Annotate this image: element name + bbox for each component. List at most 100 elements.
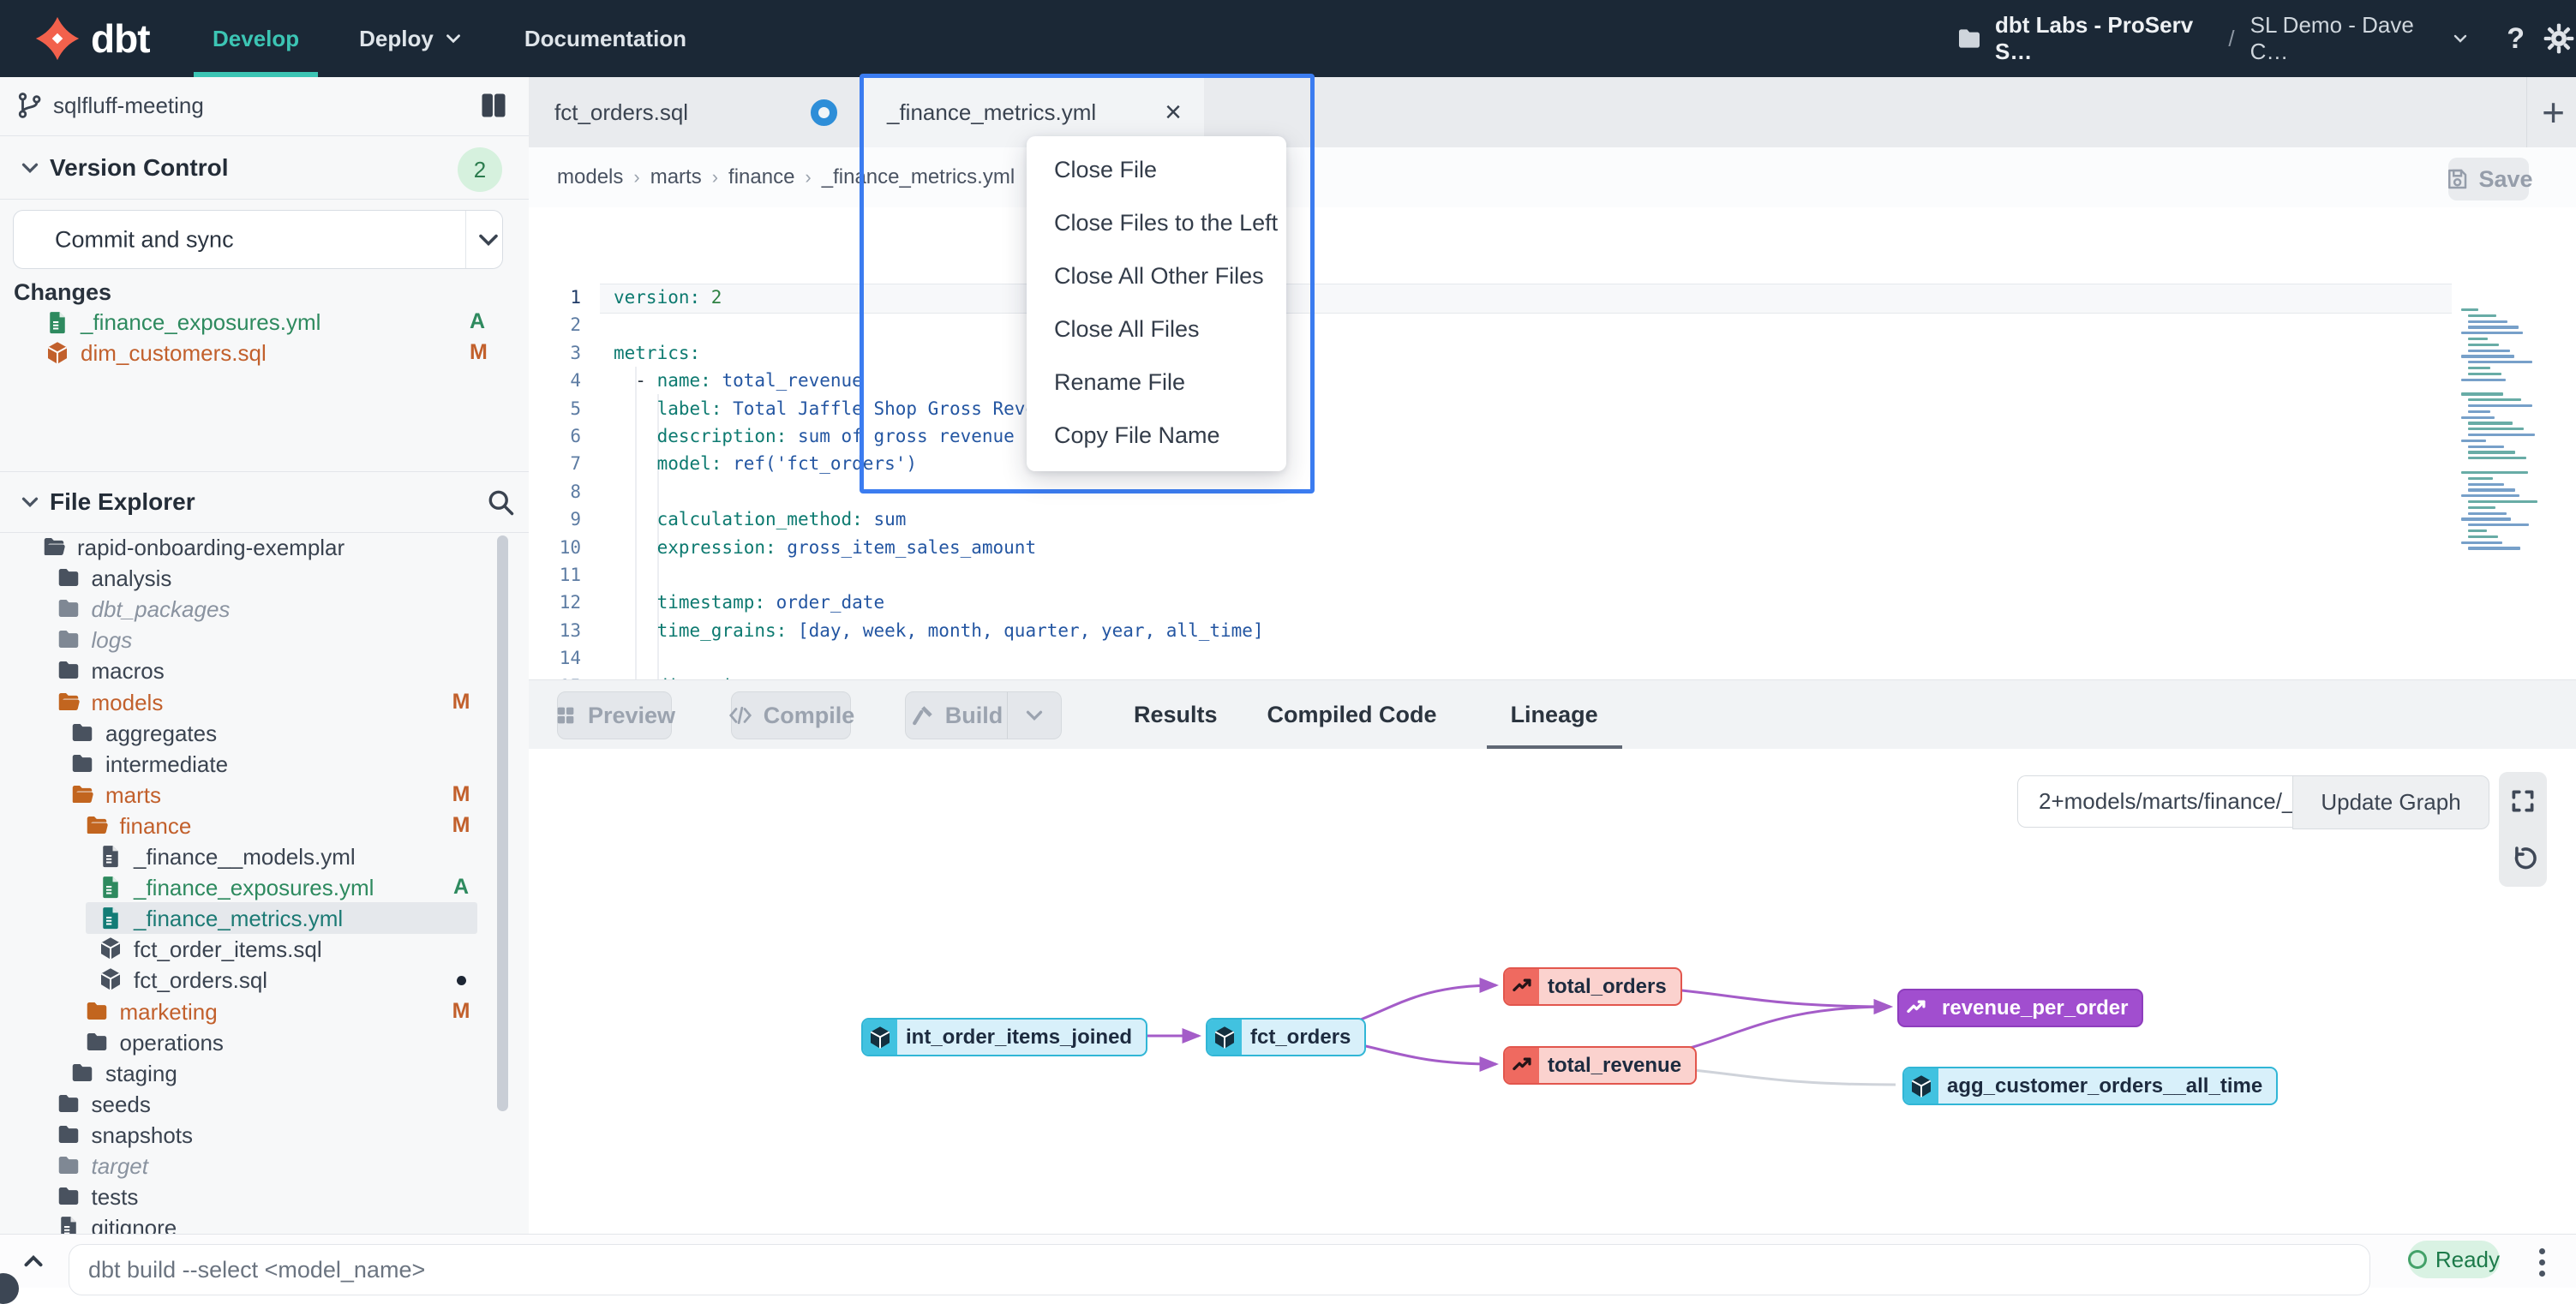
lineage-node-total_orders[interactable]: total_orders (1503, 967, 1682, 1006)
code-line[interactable]: 6 description: sum of gross revenue (529, 422, 2576, 451)
menu-item-copy-file-name[interactable]: Copy File Name (1027, 409, 1286, 462)
tree-item-macros[interactable]: macros (0, 655, 529, 686)
menu-item-close-all-other-files[interactable]: Close All Other Files (1027, 249, 1286, 302)
crumb-file[interactable]: _finance_metrics.yml (822, 165, 1015, 189)
code-line[interactable]: 15 dimensions: (529, 673, 2576, 679)
tab-results[interactable]: Results (1134, 680, 1218, 750)
lineage-node-revenue_per_order[interactable]: revenue_per_order (1897, 989, 2143, 1027)
file-explorer-header[interactable]: File Explorer (0, 471, 529, 533)
tree-item--finance-models-yml[interactable]: _finance__models.yml (0, 840, 529, 872)
help-button[interactable]: ? (2507, 22, 2525, 56)
tab-fct-orders-sql[interactable]: fct_orders.sql (529, 77, 860, 147)
lineage-node-agg_customer_orders__all_time[interactable]: agg_customer_orders__all_time (1902, 1067, 2278, 1105)
crumb-marts[interactable]: marts (650, 165, 702, 189)
tree-item-marketing[interactable]: marketingM (0, 996, 529, 1027)
account-switcher[interactable]: dbt Labs - ProServ S… (1995, 12, 2213, 65)
crumb-models[interactable]: models (557, 165, 623, 189)
dbt-logo[interactable]: dbt (33, 0, 150, 77)
code-line[interactable]: 11 (529, 561, 2576, 589)
compile-button[interactable]: Compile (731, 691, 851, 739)
kebab-menu[interactable] (2533, 1243, 2550, 1281)
preview-button[interactable]: Preview (557, 691, 672, 739)
code-line[interactable]: 8 (529, 478, 2576, 506)
tree-item-fct-orders-sql[interactable]: fct_orders.sql (0, 964, 529, 996)
code-line[interactable]: 12 timestamp: order_date (529, 589, 2576, 617)
tree-item--finance-exposures-yml[interactable]: _finance_exposures.ymlA (0, 871, 529, 903)
menu-item-close-all-files[interactable]: Close All Files (1027, 302, 1286, 356)
tree-item-gitignore[interactable]: gitignore (0, 1211, 529, 1234)
lineage-node-fct_orders[interactable]: fct_orders (1206, 1018, 1366, 1056)
menu-item-close-files-to-the-left[interactable]: Close Files to the Left (1027, 196, 1286, 249)
changed-file-row[interactable]: dim_customers.sqlM (0, 338, 529, 368)
tree-item-dbt-packages[interactable]: dbt_packages (0, 593, 529, 625)
code-line[interactable]: 1version: 2 (529, 284, 2576, 312)
new-tab-button[interactable]: + (2531, 77, 2576, 147)
tab-compiled-code[interactable]: Compiled Code (1267, 680, 1437, 750)
code-line[interactable]: 3metrics: (529, 339, 2576, 368)
tree-item-target[interactable]: target (0, 1150, 529, 1181)
chevron-down-icon[interactable] (2450, 28, 2471, 49)
nav-documentation[interactable]: Documentation (506, 0, 705, 77)
tree-item-analysis[interactable]: analysis (0, 562, 529, 594)
tree-item-staging[interactable]: staging (0, 1057, 529, 1089)
tab-lineage[interactable]: Lineage (1487, 680, 1622, 750)
changed-file-row[interactable]: _finance_exposures.ymlA (0, 307, 529, 338)
save-button[interactable]: Save (2448, 158, 2529, 200)
command-bar: Ready (0, 1234, 2576, 1288)
project-switcher[interactable]: SL Demo - Dave C… (2250, 12, 2439, 65)
tree-item-models[interactable]: modelsM (0, 686, 529, 718)
gear-icon[interactable] (2542, 21, 2576, 56)
update-graph-button[interactable]: Update Graph (2292, 775, 2489, 829)
lineage-node-int_order_items_joined[interactable]: int_order_items_joined (861, 1018, 1147, 1056)
code-editor[interactable]: 1version: 223metrics:4 - name: total_rev… (529, 207, 2576, 679)
lineage-node-total_revenue[interactable]: total_revenue (1503, 1046, 1697, 1085)
commit-and-sync-button[interactable]: Commit and sync (13, 210, 503, 269)
tree-item-rapid-onboarding-exemplar[interactable]: rapid-onboarding-exemplar (0, 531, 529, 563)
file-tree-scrollbar[interactable] (497, 535, 508, 1111)
code-line[interactable]: 13 time_grains: [day, week, month, quart… (529, 617, 2576, 645)
version-control-header[interactable]: Version Control 2 (0, 136, 529, 200)
search-icon[interactable] (485, 487, 516, 517)
docs-book-icon[interactable] (478, 90, 509, 121)
tree-item-marts[interactable]: martsM (0, 779, 529, 811)
close-icon[interactable]: × (1165, 98, 1182, 127)
code-line[interactable]: 14 (529, 644, 2576, 673)
tree-item-seeds[interactable]: seeds (0, 1088, 529, 1120)
dbt-command-input[interactable] (69, 1244, 2370, 1295)
build-options-button[interactable] (1007, 691, 1062, 739)
menu-item-rename-file[interactable]: Rename File (1027, 356, 1286, 409)
code-line[interactable]: 10 expression: gross_item_sales_amount (529, 534, 2576, 562)
build-button[interactable]: Build (905, 691, 1009, 739)
editor-minimap[interactable] (2458, 305, 2557, 588)
code-line[interactable]: 5 label: Total Jaffle Shop Gross Revenue (529, 395, 2576, 423)
tree-item-aggregates[interactable]: aggregates (0, 717, 529, 749)
nav-develop[interactable]: Develop (194, 0, 318, 77)
code-line[interactable]: 9 calculation_method: sum (529, 505, 2576, 534)
git-branch-row[interactable]: sqlfluff-meeting (0, 77, 529, 136)
code-line[interactable]: 2 (529, 311, 2576, 339)
chevron-up-icon[interactable] (19, 1247, 48, 1276)
folder-icon (69, 751, 95, 776)
tree-item-operations[interactable]: operations (0, 1026, 529, 1058)
branch-name: sqlfluff-meeting (53, 93, 204, 119)
lineage-filter-input[interactable] (2017, 775, 2292, 828)
folder-icon (84, 1029, 110, 1055)
tree-item-snapshots[interactable]: snapshots (0, 1119, 529, 1151)
nav-deploy[interactable]: Deploy (340, 0, 483, 77)
tree-item-fct-order-items-sql[interactable]: fct_order_items.sql (0, 933, 529, 965)
tree-item-tests[interactable]: tests (0, 1181, 529, 1212)
menu-item-close-file[interactable]: Close File (1027, 143, 1286, 196)
chevron-down-icon[interactable] (473, 224, 504, 255)
tree-item-intermediate[interactable]: intermediate (0, 748, 529, 780)
tree-item-logs[interactable]: logs (0, 624, 529, 655)
code-line[interactable]: 4 - name: total_revenue (529, 367, 2576, 395)
line-number: 2 (529, 311, 581, 339)
chevron-down-icon (17, 155, 43, 181)
sidebar: sqlfluff-meeting Version Control 2 Commi… (0, 77, 530, 1234)
tree-item-finance[interactable]: financeM (0, 810, 529, 841)
fullscreen-icon[interactable] (2508, 787, 2537, 816)
code-line[interactable]: 7 model: ref('fct_orders') (529, 450, 2576, 478)
crumb-finance[interactable]: finance (728, 165, 794, 189)
reset-view-icon[interactable] (2508, 844, 2537, 873)
tree-item--finance-metrics-yml[interactable]: _finance_metrics.yml (0, 902, 529, 934)
